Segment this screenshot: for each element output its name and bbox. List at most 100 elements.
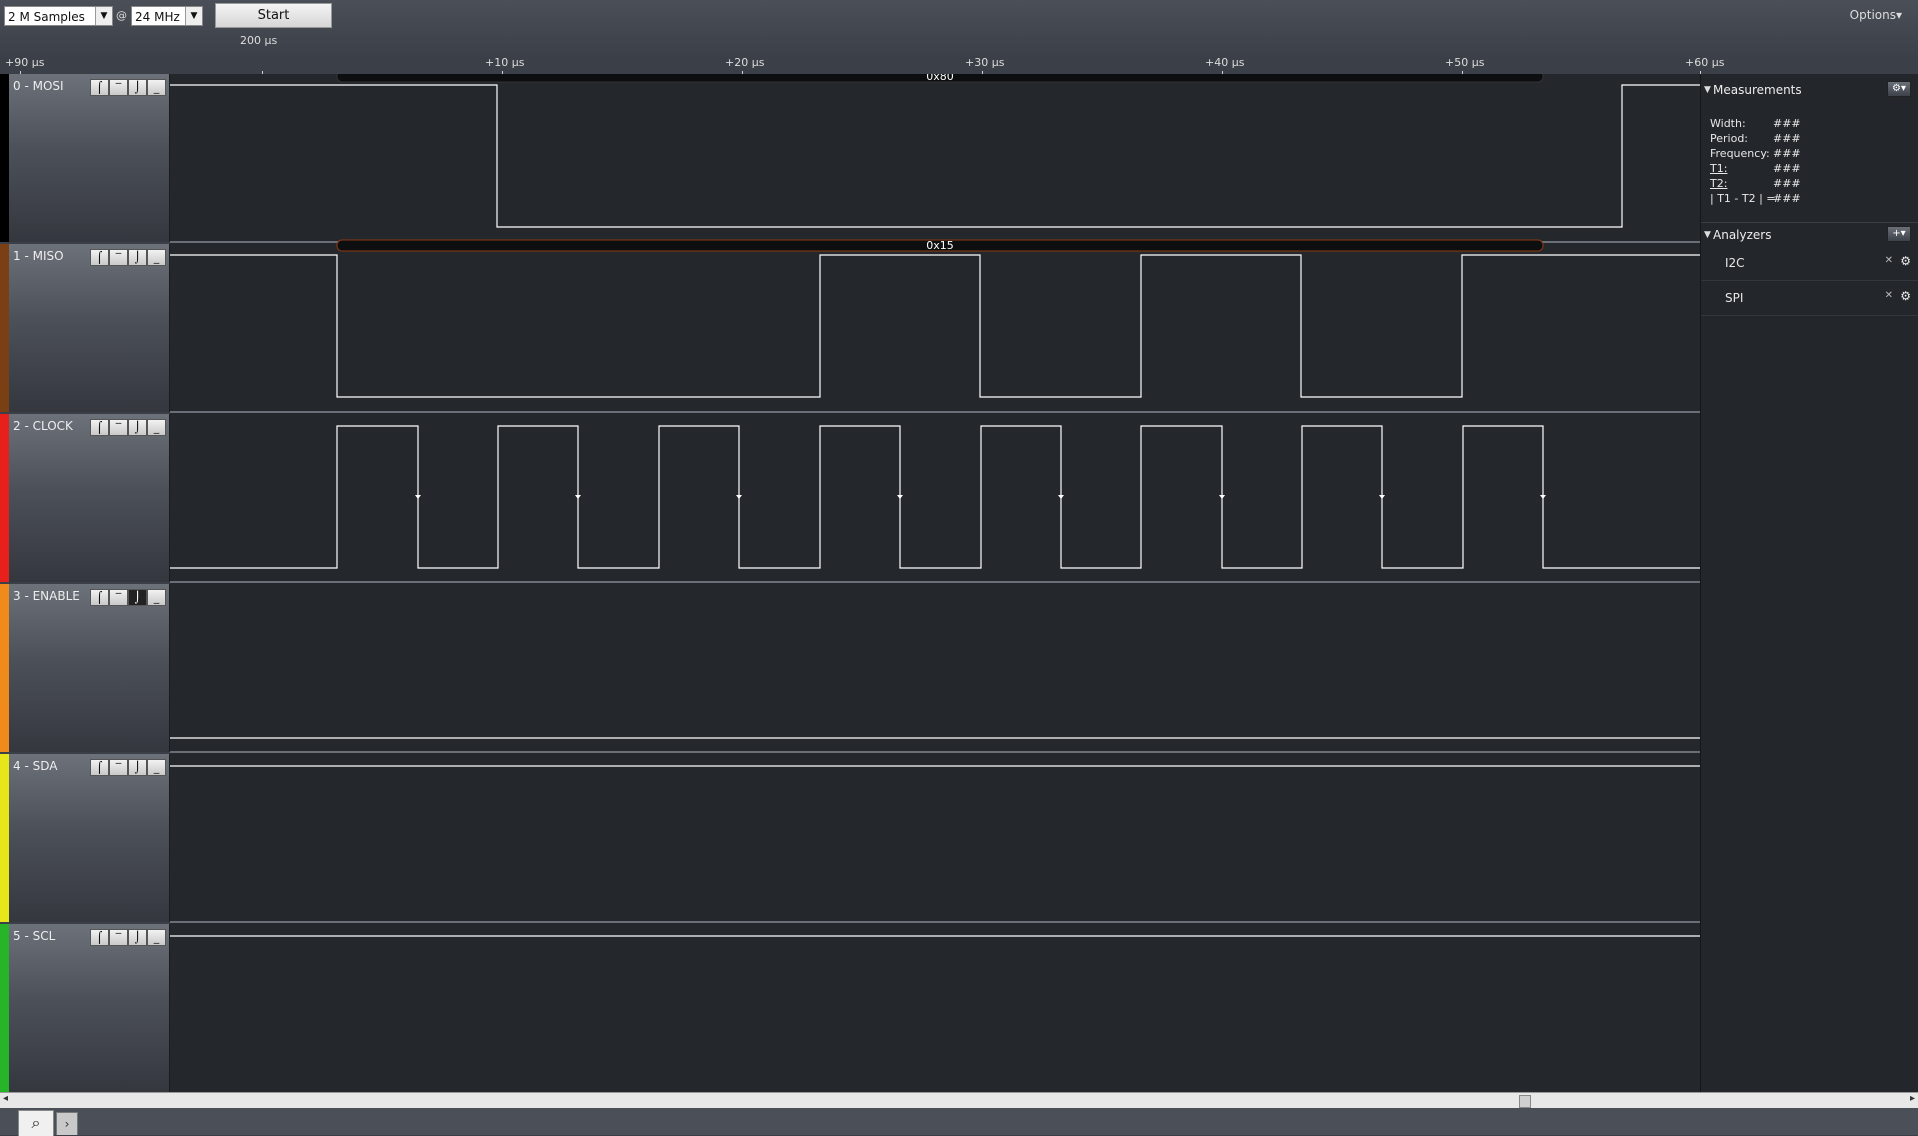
rising-edge-icon[interactable]: ⌠ [90,79,109,96]
search-icon[interactable]: ⌕ [18,1110,54,1136]
ruler-tick-label: +60 µs [1685,56,1725,69]
trigger-buttons: ⌠ ‾ ⌡ _ [90,929,166,946]
trigger-buttons: ⌠ ‾ ⌡ _ [90,589,166,606]
start-button[interactable]: Start [215,3,332,28]
gear-icon[interactable]: ⚙▾ [1887,81,1911,97]
at-symbol: @ [116,9,127,22]
falling-edge-icon[interactable]: ⌡ [128,929,147,946]
trigger-buttons: ⌠ ‾ ⌡ _ [90,419,166,436]
high-level-icon[interactable]: ‾ [109,249,128,266]
channel-header-miso[interactable]: 1 - MISO ⌠ ‾ ⌡ _ [0,244,170,412]
high-level-icon[interactable]: ‾ [109,589,128,606]
scroll-right-icon[interactable]: ▸ [1910,1093,1915,1104]
measurements-title: Measurements [1713,83,1802,97]
rising-edge-icon[interactable]: ⌠ [90,929,109,946]
options-menu[interactable]: Options▾ [1850,8,1902,22]
falling-edge-icon[interactable]: ⌡ [128,249,147,266]
analyzer-item[interactable]: SPI ✕ ⚙ [1701,281,1918,316]
low-level-icon[interactable]: _ [147,79,166,96]
high-level-icon[interactable]: ‾ [109,759,128,776]
measurement-label: | T1 - T2 | = [1710,192,1776,205]
low-level-icon[interactable]: _ [147,419,166,436]
ruler-tick-label: +90 µs [5,56,45,69]
measurement-value: ### [1773,117,1801,130]
channel-color-stripe [0,584,9,752]
falling-edge-icon[interactable]: ⌡ [128,419,147,436]
channel-name: 4 - SDA [13,759,58,773]
miso-decode-value: 0x15 [926,239,954,252]
rising-edge-icon[interactable]: ⌠ [90,589,109,606]
trigger-buttons: ⌠ ‾ ⌡ _ [90,759,166,776]
low-level-icon[interactable]: _ [147,249,166,266]
measurement-value: ### [1773,177,1801,190]
measurement-label: Period: [1710,132,1749,145]
high-level-icon[interactable]: ‾ [109,419,128,436]
falling-edge-icon[interactable]: ⌡ [128,589,147,606]
gear-icon[interactable]: ⚙ [1900,254,1911,268]
sample-rate-value: 24 MHz [135,10,180,24]
sample-rate-select[interactable]: 24 MHz ▼ [131,6,203,26]
scroll-left-icon[interactable]: ◂ [3,1093,8,1104]
rising-edge-icon[interactable]: ⌠ [90,759,109,776]
falling-edge-icon[interactable]: ⌡ [128,759,147,776]
collapse-triangle-icon[interactable]: ▼ [1704,85,1711,95]
analyzers-header[interactable]: ▼ Analyzers +▾ [1701,222,1918,245]
measurement-value: ### [1773,192,1801,205]
waveform-canvas[interactable]: 0x80 0x15 [170,70,1700,1092]
low-level-icon[interactable]: _ [147,929,166,946]
high-level-icon[interactable]: ‾ [109,79,128,96]
bottom-tab-bar: ⌕ › [0,1108,1918,1136]
ruler-tick-label: +20 µs [725,56,765,69]
low-level-icon[interactable]: _ [147,589,166,606]
low-level-icon[interactable]: _ [147,759,166,776]
ruler-tick-label: +40 µs [1205,56,1245,69]
sample-count-select[interactable]: 2 M Samples ▼ [4,6,113,26]
rising-edge-icon[interactable]: ⌠ [90,249,109,266]
analyzer-label: SPI [1725,291,1744,305]
channel-header-mosi[interactable]: 0 - MOSI ⌠ ‾ ⌡ _ [0,74,170,242]
channel-color-stripe [0,754,9,922]
close-icon[interactable]: ✕ [1885,255,1893,266]
waveform-area[interactable]: 0x80 0x15 [170,70,1700,1092]
add-analyzer-icon[interactable]: +▾ [1887,226,1911,242]
measurement-label-t2[interactable]: T2: [1710,177,1727,190]
ruler-tick-label: +50 µs [1445,56,1485,69]
rising-edge-icon[interactable]: ⌠ [90,419,109,436]
chevron-down-icon[interactable]: ▼ [185,7,202,25]
measurements-header[interactable]: ▼ Measurements ⚙▾ [1701,78,1918,100]
gear-icon[interactable]: ⚙ [1900,289,1911,303]
measurement-value: ### [1773,162,1801,175]
high-level-icon[interactable]: ‾ [109,929,128,946]
channel-header-clock[interactable]: 2 - CLOCK ⌠ ‾ ⌡ _ [0,414,170,582]
falling-edge-icon[interactable]: ⌡ [128,79,147,96]
channel-header-enable[interactable]: 3 - ENABLE ⌠ ‾ ⌡ _ [0,584,170,752]
ruler-tick-label: +30 µs [965,56,1005,69]
clock-waveform [170,425,1700,569]
analyzers-title: Analyzers [1713,228,1772,242]
channel-color-stripe [0,74,9,242]
analyzer-label: I2C [1725,256,1745,270]
measurement-label: Width: [1710,117,1746,130]
channel-header-scl[interactable]: 5 - SCL ⌠ ‾ ⌡ _ [0,924,170,1092]
ruler-tick-label: +10 µs [485,56,525,69]
channel-name: 1 - MISO [13,249,64,263]
horizontal-scrollbar[interactable]: ◂ ▸ [0,1092,1918,1109]
channel-color-stripe [0,924,9,1092]
side-panel: ▼ Measurements ⚙▾ Width: ### Period: ###… [1700,74,1918,1092]
trigger-buttons: ⌠ ‾ ⌡ _ [90,249,166,266]
collapse-triangle-icon[interactable]: ▼ [1704,230,1711,240]
sample-count-value: 2 M Samples [8,10,85,24]
close-icon[interactable]: ✕ [1885,290,1893,301]
chevron-down-icon[interactable]: ▼ [95,7,112,25]
channel-name: 5 - SCL [13,929,56,943]
measurement-label-t1[interactable]: T1: [1710,162,1727,175]
measurement-label: Frequency: [1710,147,1770,160]
scrollbar-thumb[interactable] [1519,1095,1531,1108]
channel-header-sda[interactable]: 4 - SDA ⌠ ‾ ⌡ _ [0,754,170,922]
miso-waveform [170,254,1700,398]
trigger-buttons: ⌠ ‾ ⌡ _ [90,79,166,96]
expand-tab-icon[interactable]: › [56,1112,78,1135]
analyzer-item[interactable]: I2C ✕ ⚙ [1701,246,1918,281]
channel-color-stripe [0,244,9,412]
channel-name: 2 - CLOCK [13,419,73,433]
